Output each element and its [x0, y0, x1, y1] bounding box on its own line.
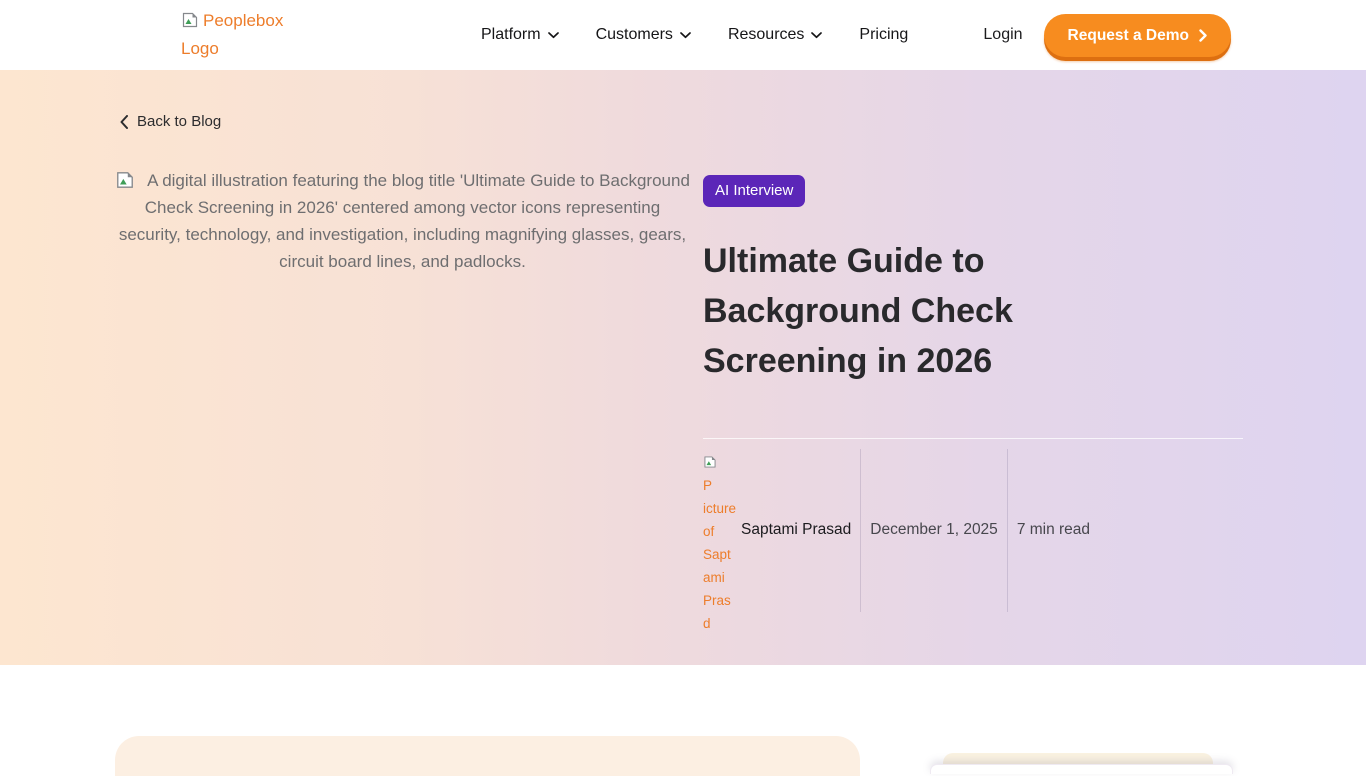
chevron-right-icon [1199, 29, 1207, 42]
avatar-alt-line: of [703, 520, 737, 543]
avatar-alt-line: Sapt [703, 543, 737, 566]
request-demo-button[interactable]: Request a Demo [1044, 14, 1231, 57]
avatar-alt-line: ami [703, 566, 737, 589]
avatar-alt-line: d [703, 612, 737, 635]
post-header-column: AI Interview Ultimate Guide to Backgroun… [703, 167, 1243, 612]
top-navigation: Peoplebox Logo Platform Customers Resour… [0, 0, 1366, 70]
nav-right-group: Login Request a Demo [983, 14, 1231, 57]
nav-item-label: Platform [481, 26, 541, 44]
chevron-down-icon [680, 32, 691, 39]
request-demo-label: Request a Demo [1068, 27, 1189, 45]
nav-item-label: Pricing [859, 26, 908, 44]
chevron-left-icon [120, 115, 128, 129]
broken-image-icon [703, 455, 717, 469]
author-avatar-broken: P icture of Sapt ami Pras d [703, 449, 737, 612]
author-name[interactable]: Saptami Prasad [737, 449, 860, 612]
post-title: Ultimate Guide to Background Check Scree… [703, 236, 1123, 386]
broken-image-icon [115, 170, 135, 190]
broken-image-icon [181, 11, 199, 29]
login-link[interactable]: Login [983, 26, 1022, 44]
brand-logo[interactable]: Peoplebox Logo [181, 7, 293, 63]
article-summary-card [115, 736, 860, 776]
nav-item-resources[interactable]: Resources [728, 26, 822, 44]
chevron-down-icon [548, 32, 559, 39]
avatar-alt-line: P [703, 451, 737, 497]
nav-item-customers[interactable]: Customers [596, 26, 691, 44]
read-time: 7 min read [1008, 449, 1090, 612]
nav-item-label: Customers [596, 26, 673, 44]
main-menu: Platform Customers Resources Pricing [481, 26, 908, 44]
sidebar-card-front [930, 764, 1233, 774]
hero-content: A digital illustration featuring the blo… [0, 167, 1366, 612]
category-badge[interactable]: AI Interview [703, 175, 805, 207]
nav-item-label: Resources [728, 26, 804, 44]
back-to-blog-label: Back to Blog [137, 113, 221, 130]
hero-image-alt-text: A digital illustration featuring the blo… [119, 171, 690, 271]
back-to-blog-link[interactable]: Back to Blog [120, 113, 221, 130]
article-body-section [0, 665, 1366, 768]
post-meta-row: P icture of Sapt ami Pras d Saptami Pras… [703, 449, 1243, 612]
avatar-alt-line: Pras [703, 589, 737, 612]
post-hero-section: Back to Blog A digital illustration feat… [0, 70, 1366, 665]
post-date: December 1, 2025 [861, 449, 1007, 612]
nav-item-platform[interactable]: Platform [481, 26, 559, 44]
post-hero-image-broken: A digital illustration featuring the blo… [115, 167, 690, 275]
nav-item-pricing[interactable]: Pricing [859, 26, 908, 44]
avatar-alt-line: icture [703, 497, 737, 520]
meta-divider-rule [703, 438, 1243, 439]
chevron-down-icon [811, 32, 822, 39]
